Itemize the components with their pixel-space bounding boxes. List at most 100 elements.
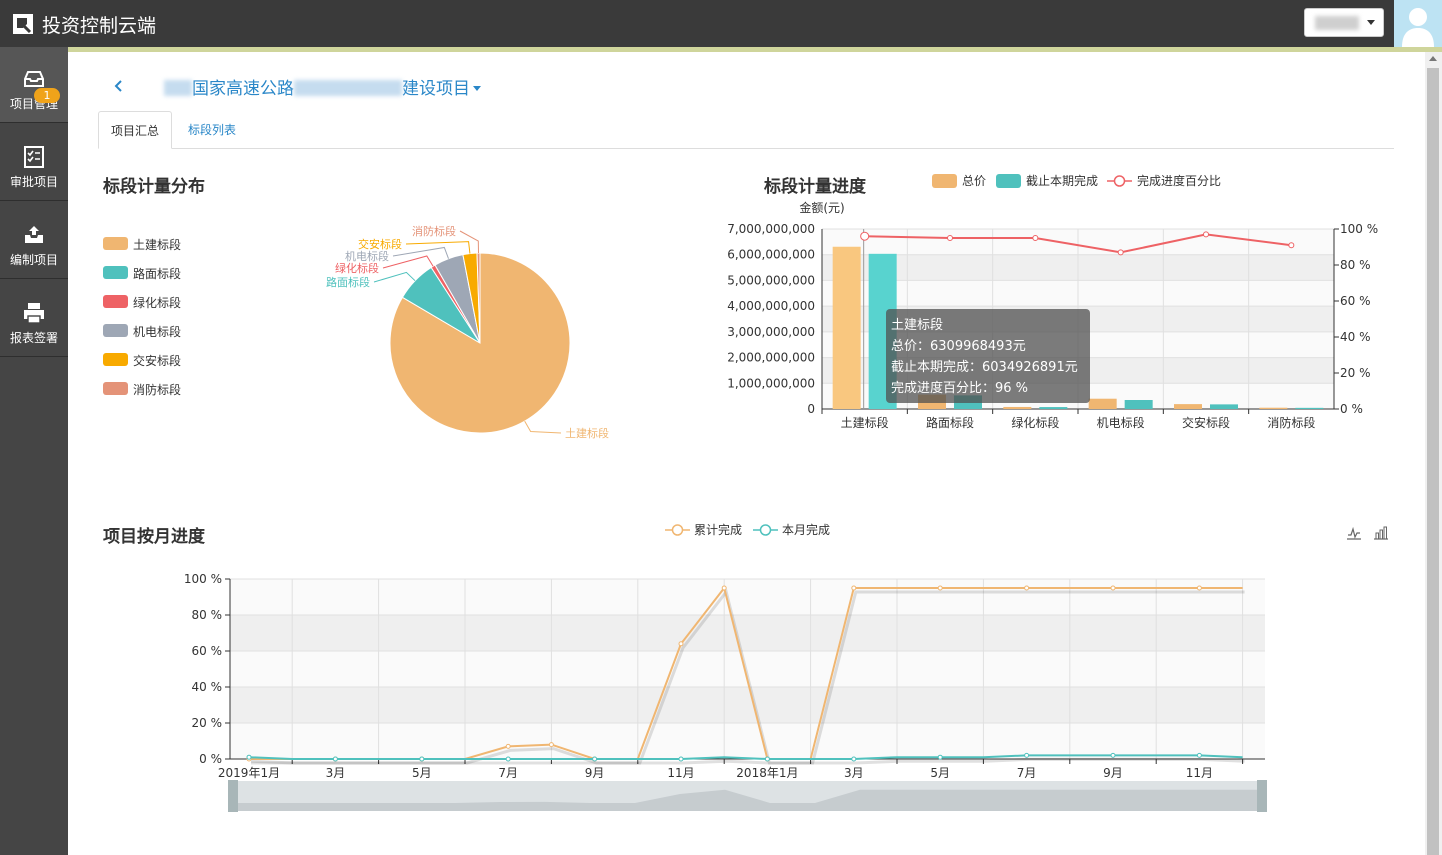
x-tick-label: 5月	[412, 766, 432, 780]
caret-down-icon	[1367, 20, 1375, 25]
user-dropdown[interactable]	[1304, 8, 1384, 37]
vertical-scrollbar[interactable]	[1425, 52, 1442, 855]
legend-label: 累计完成	[694, 522, 742, 537]
tooltip-line: 完成进度百分比：96 %	[891, 381, 1029, 396]
legend-swatch	[103, 324, 128, 337]
pie-slice-label: 土建标段	[565, 426, 609, 440]
sidebar-item-project-management[interactable]: 项目管理	[0, 47, 68, 123]
x-tick-label: 3月	[844, 766, 864, 780]
bar-completed	[1295, 407, 1324, 409]
y2-tick-label: 20 %	[1340, 366, 1371, 380]
sidebar-item-label: 审批项目	[9, 175, 58, 189]
series-point	[419, 756, 425, 762]
legend-label: 完成进度百分比	[1137, 173, 1221, 188]
bar-completed	[1124, 400, 1153, 409]
scrollbar-thumb[interactable]	[1427, 68, 1439, 855]
y2-tick-label: 60 %	[1340, 294, 1371, 308]
series-point	[505, 756, 511, 762]
y-tick-label: 5,000,000,000	[727, 273, 815, 287]
tooltip-line: 截止本期完成：6034926891元	[891, 360, 1078, 375]
datazoom-handle-right	[1257, 780, 1267, 812]
back-arrow-icon[interactable]	[112, 76, 126, 96]
tooltip-line: 总价：6309968493元	[891, 339, 1026, 354]
y-tick-label: 100 %	[184, 572, 222, 586]
x-tick-label: 消防标段	[1267, 415, 1315, 430]
pie-slice-label: 消防标段	[412, 224, 456, 238]
x-tick-label: 2019年1月	[218, 766, 280, 780]
legend-swatch	[1113, 175, 1126, 187]
legend-label: 本月完成	[782, 522, 830, 537]
bar-completed	[1039, 407, 1068, 409]
logo-icon	[13, 14, 33, 34]
y-tick-label: 60 %	[192, 644, 223, 658]
bar-total	[1003, 406, 1032, 409]
y2-tick-label: 100 %	[1340, 222, 1378, 236]
x-tick-label: 7月	[498, 766, 518, 780]
y2-tick-label: 0 %	[1340, 402, 1363, 416]
series-point	[937, 754, 943, 760]
series-point	[1110, 752, 1116, 758]
percent-point	[947, 235, 953, 241]
pie-label-line	[382, 255, 434, 269]
legend-swatch	[932, 174, 957, 188]
series-point	[678, 641, 684, 647]
bar-total	[1259, 407, 1288, 409]
tab-project-summary[interactable]: 项目汇总	[98, 111, 172, 149]
bar-total	[832, 246, 861, 409]
user-name-redacted	[1315, 16, 1359, 30]
project-title-part1: 国家高速公路	[192, 79, 294, 99]
y2-tick-label: 40 %	[1340, 330, 1371, 344]
y-tick-label: 40 %	[192, 680, 223, 694]
sidebar-item-compile[interactable]: 编制项目	[0, 203, 68, 279]
bar-total	[1088, 398, 1117, 409]
legend-swatch	[996, 174, 1021, 188]
sidebar-item-report-signing[interactable]: 报表签署	[0, 281, 68, 357]
redacted-text	[294, 80, 402, 96]
sidebar-item-label: 编制项目	[9, 253, 58, 267]
pie-chart-title: 标段计量分布	[103, 177, 205, 197]
series-point	[1196, 585, 1202, 591]
percent-point	[1203, 231, 1209, 238]
pie-slice-label: 交安标段	[358, 237, 402, 251]
x-tick-label: 3月	[326, 766, 346, 780]
top-bar: 投资控制云端	[0, 0, 1442, 47]
tab-section-list[interactable]: 标段列表	[176, 111, 248, 149]
line-chart-toggle-icon[interactable]	[1346, 525, 1362, 541]
legend-swatch	[103, 295, 128, 308]
series-point	[1110, 585, 1116, 591]
percent-point	[1117, 249, 1124, 256]
x-tick-label: 9月	[1103, 766, 1123, 780]
x-tick-label: 2018年1月	[736, 766, 798, 780]
project-title-part2: 建设项目	[402, 79, 470, 99]
scroll-up-arrow-icon[interactable]	[1429, 56, 1437, 61]
bar-chart-toggle-icon[interactable]	[1373, 525, 1389, 541]
y-tick-label: 2,000,000,000	[727, 351, 815, 365]
sidebar-item-approval[interactable]: 审批项目	[0, 125, 68, 201]
series-point	[937, 585, 943, 591]
grid-band	[230, 687, 1265, 723]
legend-swatch	[103, 266, 128, 279]
series-point	[505, 743, 511, 749]
x-tick-label: 9月	[585, 766, 605, 780]
project-title-dropdown[interactable]: 国家高速公路 建设项目	[164, 74, 481, 99]
legend-label: 交安标段	[133, 354, 182, 368]
y-axis-label: 金额(元)	[799, 200, 844, 215]
pie-chart: 土建标段 路面标段绿化标段机电标段交安标段消防标段	[326, 224, 609, 440]
printer-icon	[24, 303, 44, 324]
legend-label: 绿化标段	[133, 296, 182, 310]
sidebar: 项目管理 审批项目 编制项目 报表签署	[0, 47, 68, 855]
x-tick-label: 7月	[1017, 766, 1037, 780]
legend-label: 路面标段	[133, 267, 182, 281]
x-tick-label: 11月	[1186, 766, 1213, 780]
tabs-divider	[98, 148, 1394, 149]
legend-swatch	[671, 524, 684, 536]
grid-band	[230, 723, 1265, 759]
avatar[interactable]	[1394, 0, 1442, 47]
x-tick-label: 路面标段	[926, 415, 974, 430]
caret-down-icon	[473, 86, 481, 91]
pie-label-line	[524, 420, 562, 434]
x-tick-label: 土建标段	[841, 415, 889, 430]
approval-count-badge: 1	[34, 88, 60, 103]
legend-label: 消防标段	[133, 383, 182, 397]
y-tick-label: 80 %	[192, 608, 223, 622]
